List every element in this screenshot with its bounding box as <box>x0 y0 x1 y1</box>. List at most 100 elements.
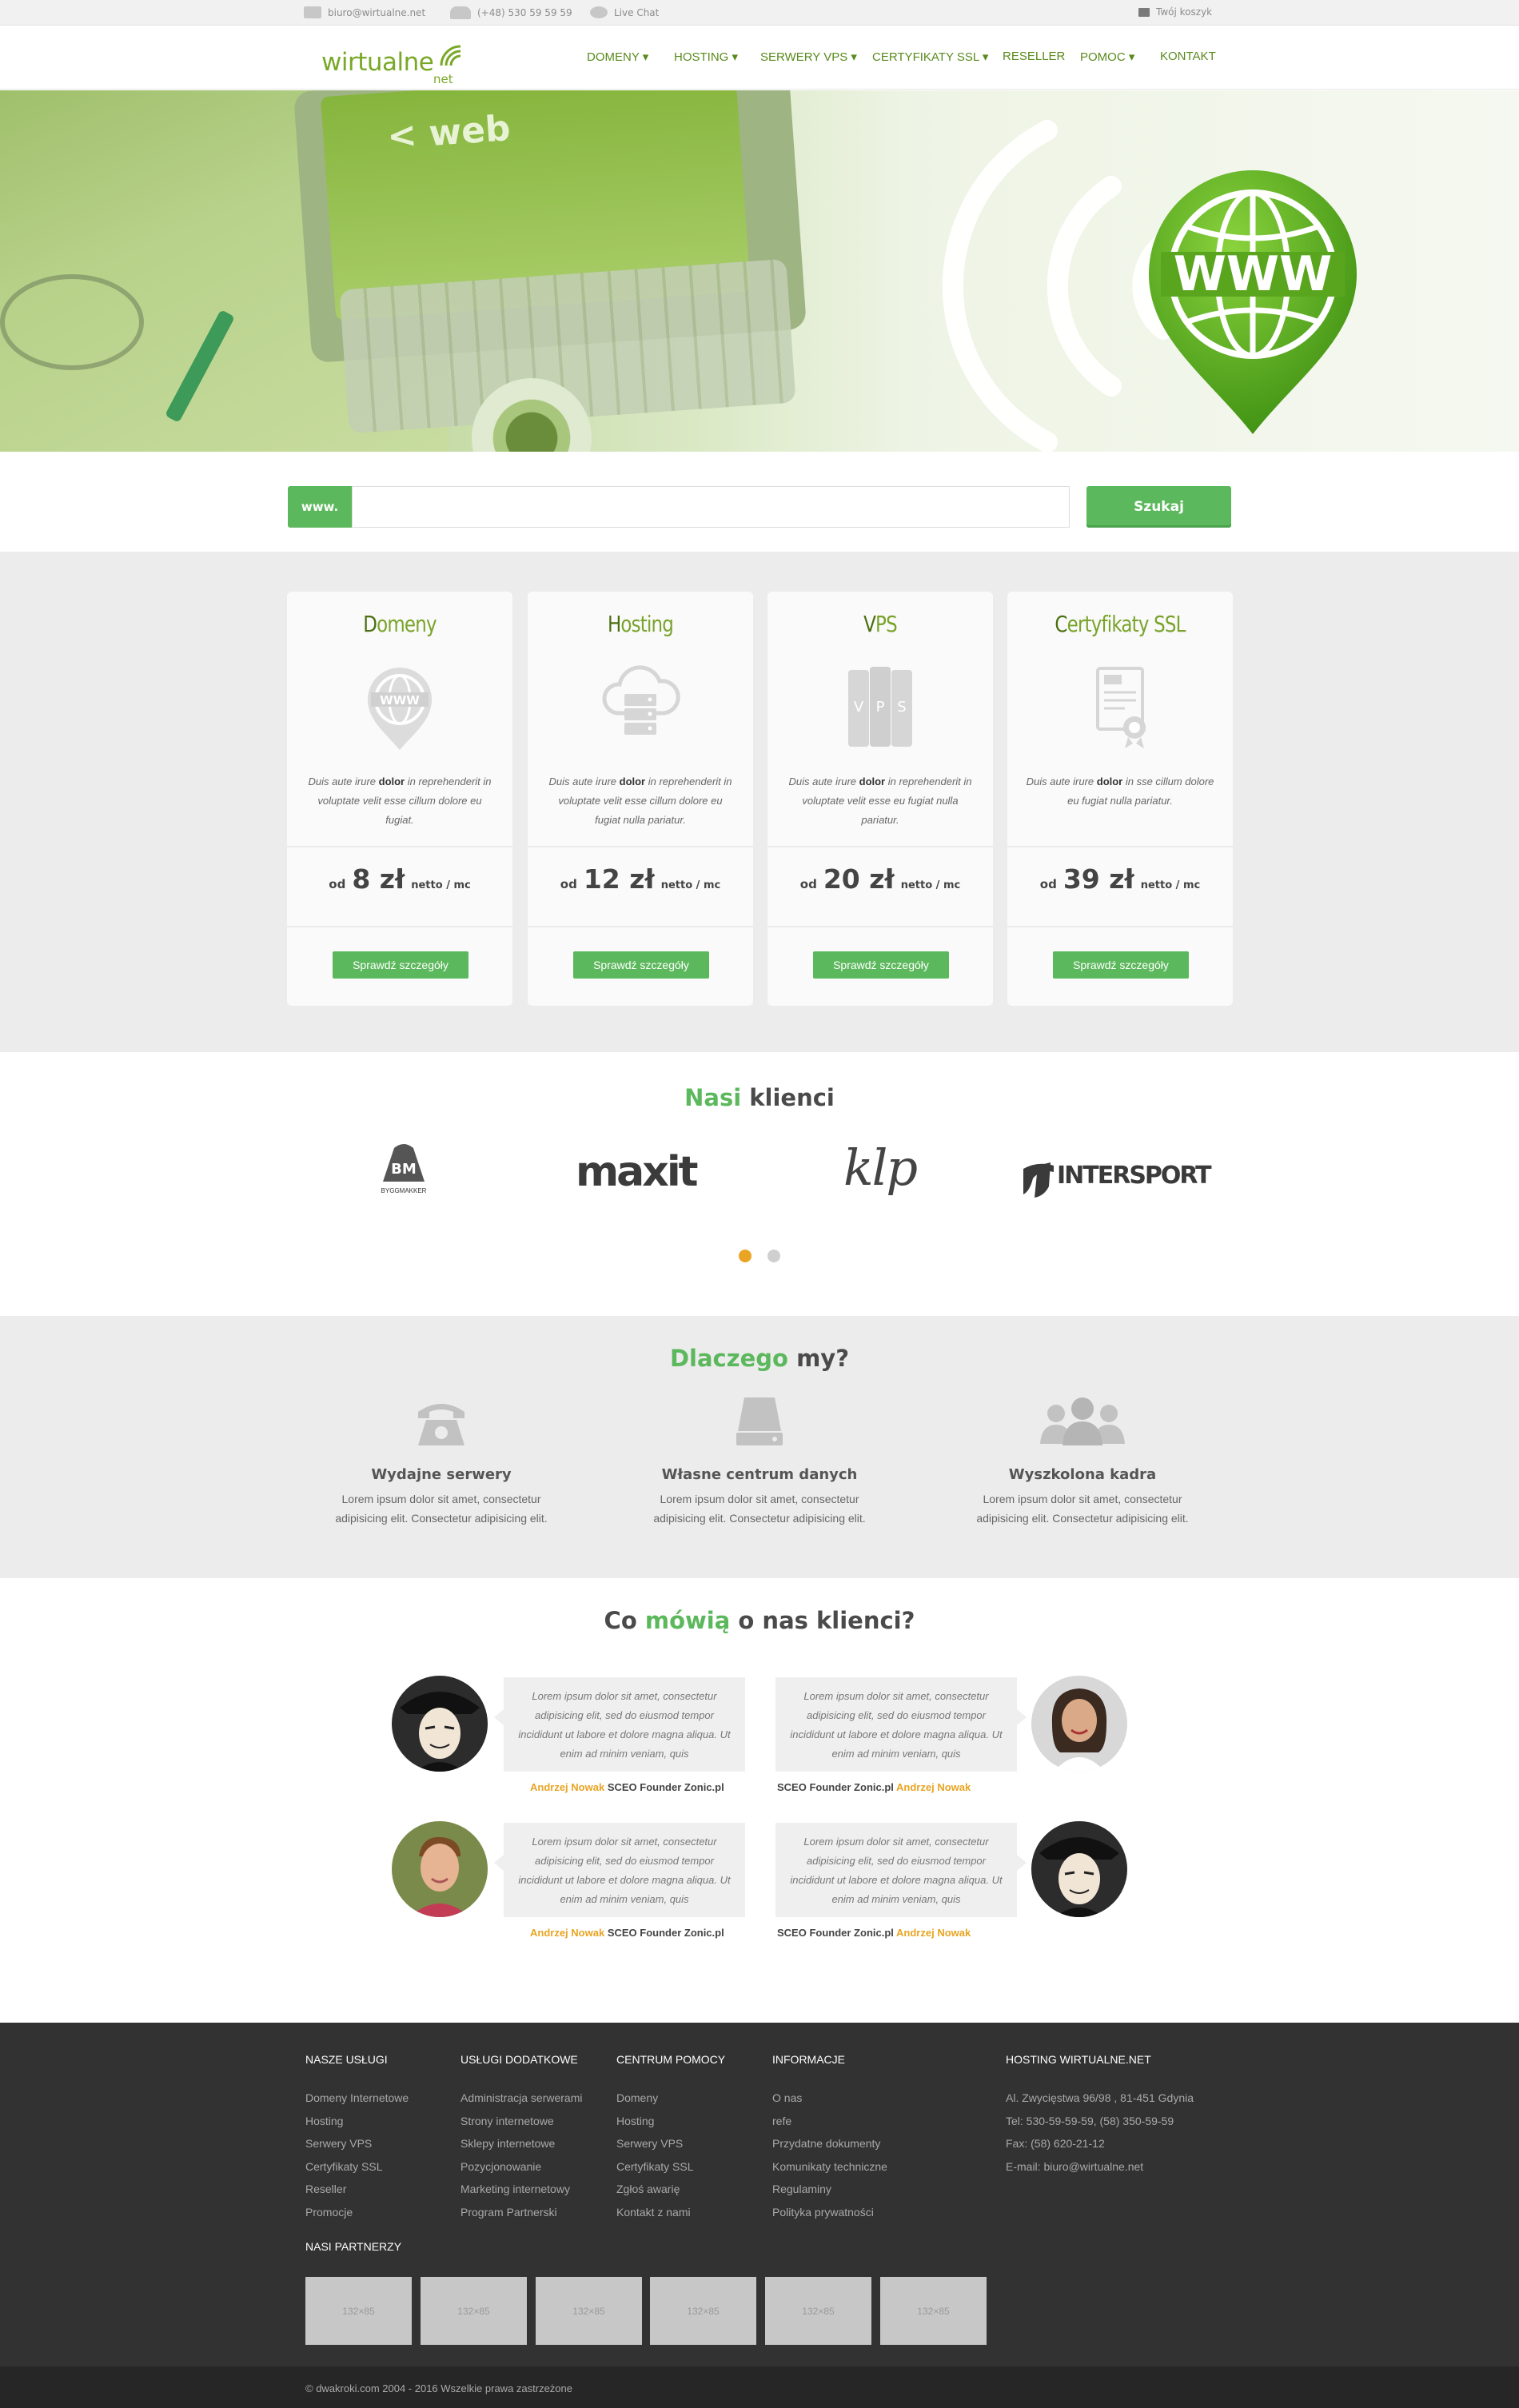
footer-col-info: INFORMACJE O nas refe Przydatne dokument… <box>772 2053 887 2223</box>
klp-logo: klp <box>843 1138 918 1197</box>
hard-drive-icon <box>736 1397 783 1445</box>
details-button[interactable]: Sprawdź szczegóły <box>1053 951 1189 979</box>
footer-heading: INFORMACJE <box>772 2053 845 2066</box>
footer-link[interactable]: Komunikaty techniczne <box>772 2155 887 2179</box>
avatar <box>1031 1821 1127 1917</box>
nav-pomoc[interactable]: POMOC ▾ <box>1080 50 1134 64</box>
footer-link[interactable]: O nas <box>772 2087 887 2110</box>
cart-text: Twój koszyk <box>1156 6 1213 18</box>
domain-search-input[interactable] <box>352 486 1070 528</box>
clients-section: Nasi klienci BM BYGGMAKKER maxit klp INT… <box>0 1052 1519 1316</box>
footer-link[interactable]: refe <box>772 2110 887 2133</box>
footer-link[interactable]: Przydatne dokumenty <box>772 2132 887 2155</box>
feature-title: Wyszkolona kadra <box>1008 1466 1157 1483</box>
details-button[interactable]: Sprawdź szczegóły <box>333 951 468 979</box>
footer-link[interactable]: Domeny Internetowe <box>305 2087 409 2110</box>
footer-link[interactable]: Marketing internetowy <box>460 2178 582 2201</box>
footer-link[interactable]: Zgłoś awarię <box>616 2178 725 2201</box>
svg-text:P: P <box>876 699 885 716</box>
testimonial-author: SCEO Founder Zonic.pl Andrzej Nowak <box>777 1781 971 1793</box>
footer-fax: Fax: (58) 620-21-12 <box>1006 2137 1105 2150</box>
feature-text: Lorem ipsum dolor sit amet, consectetur … <box>653 1493 866 1525</box>
phone-link[interactable]: (+48) 530 59 59 59 <box>450 6 572 19</box>
offer-card-hosting: Hosting Duis aute irure dolor in reprehe… <box>528 592 753 1006</box>
footer-email[interactable]: E-mail: biuro@wirtualne.net <box>1006 2155 1194 2179</box>
offer-description: Duis aute irure dolor in sse cillum dolo… <box>1026 775 1214 807</box>
testimonial-author: Andrzej Nowak SCEO Founder Zonic.pl <box>530 1927 724 1939</box>
offer-price: od 12 zł netto / mc <box>560 863 721 895</box>
partner-logo[interactable]: 132×85 <box>305 2277 412 2345</box>
www-pin-icon: WWW <box>368 668 432 750</box>
footer-link[interactable]: Serwery VPS <box>616 2132 725 2155</box>
offer-title: Certyfikaty SSL <box>1055 611 1186 637</box>
footer-col-extra: USŁUGI DODATKOWE Administracja serwerami… <box>460 2053 582 2223</box>
feature-team: Wyszkolona kadra Lorem ipsum dolor sit a… <box>963 1396 1202 1528</box>
footer-link[interactable]: Promocje <box>305 2201 409 2224</box>
nav-kontakt[interactable]: KONTAKT <box>1160 50 1216 63</box>
nav-certyfikaty-ssl[interactable]: CERTYFIKATY SSL ▾ <box>872 50 988 64</box>
maxit-logo: maxit <box>576 1148 698 1196</box>
footer-link[interactable]: Sklepy internetowe <box>460 2132 582 2155</box>
offer-description: Duis aute irure dolor in reprehenderit i… <box>308 775 492 826</box>
footer-link[interactable]: Hosting <box>305 2110 409 2133</box>
footer-link[interactable]: Certyfikaty SSL <box>305 2155 409 2179</box>
testimonials-heading: Co mówią o nas klienci? <box>604 1607 915 1634</box>
footer-link[interactable]: Reseller <box>305 2178 409 2201</box>
partner-logo[interactable]: 132×85 <box>765 2277 871 2345</box>
footer-link[interactable]: Domeny <box>616 2087 725 2110</box>
partners-heading: NASI PARTNERZY <box>305 2240 402 2253</box>
cart-icon <box>1138 7 1150 17</box>
footer-phone: Tel: 530-59-59-59, (58) 350-59-59 <box>1006 2114 1174 2127</box>
footer-link[interactable]: Certyfikaty SSL <box>616 2155 725 2179</box>
partner-logo[interactable]: 132×85 <box>421 2277 527 2345</box>
envelope-icon <box>304 6 321 18</box>
live-chat-link[interactable]: Live Chat <box>590 6 659 18</box>
cart-link[interactable]: Twój koszyk <box>1138 6 1212 18</box>
feature-text: Lorem ipsum dolor sit amet, consectetur … <box>335 1493 548 1525</box>
footer-link[interactable]: Polityka prywatności <box>772 2201 887 2224</box>
intersport-logo: INTERSPORT <box>1023 1162 1214 1198</box>
hero-banner: < web WWW <box>0 90 1519 452</box>
footer-link[interactable]: Program Partnerski <box>460 2201 582 2224</box>
cloud-server-icon <box>602 665 680 735</box>
footer-link[interactable]: Regulaminy <box>772 2178 887 2201</box>
testimonial-quote: Lorem ipsum dolor sit amet, consectetur … <box>775 1823 1027 1917</box>
svg-text:BYGGMAKKER: BYGGMAKKER <box>381 1187 427 1194</box>
partner-logo[interactable]: 132×85 <box>650 2277 756 2345</box>
testimonial-author: SCEO Founder Zonic.pl Andrzej Nowak <box>777 1927 971 1939</box>
nav-hosting[interactable]: HOSTING ▾ <box>674 50 738 64</box>
nav-reseller[interactable]: RESELLER <box>1003 50 1065 63</box>
footer-link[interactable]: Pozycjonowanie <box>460 2155 582 2179</box>
footer-link[interactable]: Kontakt z nami <box>616 2201 725 2224</box>
partner-logo[interactable]: 132×85 <box>536 2277 642 2345</box>
avatar <box>392 1676 488 1772</box>
glasses-illustration <box>0 274 144 370</box>
details-button[interactable]: Sprawdź szczegóły <box>813 951 949 979</box>
offer-description: Duis aute irure dolor in reprehenderit i… <box>788 775 972 826</box>
testimonial-1: Lorem ipsum dolor sit amet, consectetur … <box>392 1676 760 1812</box>
testimonial-quote: Lorem ipsum dolor sit amet, consectetur … <box>775 1677 1027 1772</box>
offer-description: Duis aute irure dolor in reprehenderit i… <box>548 775 732 826</box>
details-button[interactable]: Sprawdź szczegóły <box>573 951 709 979</box>
offer-price: od 20 zł netto / mc <box>799 863 961 895</box>
feature-servers: Wydajne serwery Lorem ipsum dolor sit am… <box>321 1396 561 1528</box>
slider-dot-1[interactable] <box>739 1250 752 1262</box>
footer-link[interactable]: Serwery VPS <box>305 2132 409 2155</box>
footer-link[interactable]: Hosting <box>616 2110 725 2133</box>
offer-title: Hosting <box>607 611 674 637</box>
email-text: biuro@wirtualne.net <box>328 6 426 18</box>
slider-dot-2[interactable] <box>767 1250 780 1262</box>
partner-logo[interactable]: 132×85 <box>880 2277 987 2345</box>
site-footer: NASZE USŁUGI Domeny Internetowe Hosting … <box>0 2023 1519 2366</box>
nav-serwery-vps[interactable]: SERWERY VPS ▾ <box>760 50 857 64</box>
clients-heading: Nasi klienci <box>684 1084 835 1111</box>
search-button[interactable]: Szukaj <box>1086 486 1231 528</box>
footer-link[interactable]: Administracja serwerami <box>460 2087 582 2110</box>
domain-search: www. Szukaj <box>0 452 1519 552</box>
top-bar: biuro@wirtualne.net (+48) 530 59 59 59 L… <box>0 0 1519 26</box>
nav-domeny[interactable]: DOMENY ▾ <box>587 50 648 64</box>
email-link[interactable]: biuro@wirtualne.net <box>304 6 425 18</box>
svg-text:INTERSPORT: INTERSPORT <box>1057 1162 1212 1190</box>
testimonial-quote: Lorem ipsum dolor sit amet, consectetur … <box>494 1823 745 1917</box>
footer-link[interactable]: Strony internetowe <box>460 2110 582 2133</box>
